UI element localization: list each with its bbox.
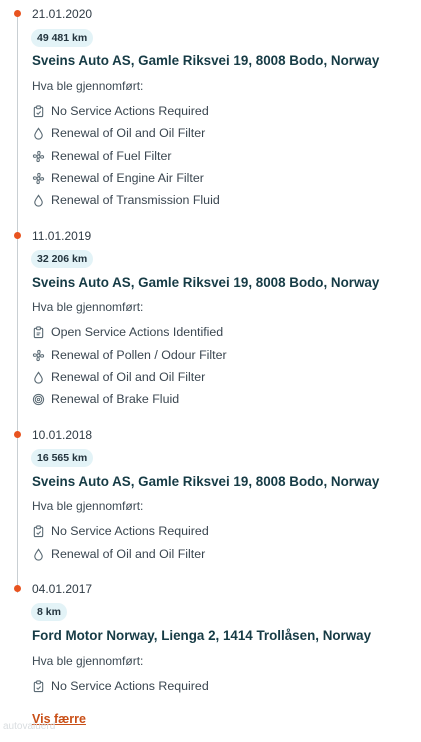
clipboard-icon	[32, 104, 45, 118]
mileage-badge: 8 km	[31, 603, 67, 621]
service-action: No Service Actions Required	[32, 103, 209, 119]
clipboard-icon	[32, 679, 45, 693]
service-date: 21.01.2020	[32, 7, 93, 21]
service-action: Renewal of Engine Air Filter	[32, 170, 204, 186]
oil-drop-icon	[32, 547, 45, 561]
service-action: Renewal of Oil and Oil Filter	[32, 546, 205, 562]
timeline-dot	[14, 232, 21, 239]
workshop-address: Sveins Auto AS, Gamle Riksvei 19, 8008 B…	[32, 474, 380, 489]
mileage-badge: 16 565 km	[31, 449, 94, 467]
mileage-badge: 49 481 km	[31, 29, 94, 47]
performed-label: Hva ble gjennomført:	[32, 79, 144, 93]
action-label: Renewal of Transmission Fluid	[51, 193, 220, 207]
workshop-address: Sveins Auto AS, Gamle Riksvei 19, 8008 B…	[32, 275, 380, 290]
timeline-dot	[14, 585, 21, 592]
workshop-address: Ford Motor Norway, Lienga 2, 1414 Trollå…	[32, 628, 372, 643]
action-label: No Service Actions Required	[51, 679, 209, 693]
performed-label: Hva ble gjennomført:	[32, 654, 144, 668]
fan-icon	[32, 150, 45, 163]
service-date: 11.01.2019	[32, 229, 92, 243]
service-history: 21.01.2020 49 481 km Sveins Auto AS, Gam…	[0, 0, 421, 742]
service-date: 10.01.2018	[32, 428, 93, 442]
brake-disc-icon	[32, 393, 45, 406]
service-action: Open Service Actions Identified	[32, 324, 223, 340]
action-label: Renewal of Pollen / Odour Filter	[51, 348, 227, 362]
action-label: No Service Actions Required	[51, 524, 209, 538]
workshop-address: Sveins Auto AS, Gamle Riksvei 19, 8008 B…	[32, 53, 380, 68]
service-action: Renewal of Oil and Oil Filter	[32, 125, 205, 141]
clipboard-icon	[32, 325, 45, 339]
action-label: Renewal of Engine Air Filter	[51, 171, 204, 185]
timeline-dot	[14, 10, 21, 17]
action-label: Renewal of Brake Fluid	[51, 392, 180, 406]
clipboard-icon	[32, 524, 45, 538]
timeline-line	[17, 13, 18, 593]
action-label: Renewal of Oil and Oil Filter	[51, 126, 206, 140]
action-label: No Service Actions Required	[51, 104, 209, 118]
oil-drop-icon	[32, 370, 45, 384]
action-label: Renewal of Oil and Oil Filter	[51, 370, 206, 384]
performed-label: Hva ble gjennomført:	[32, 300, 144, 314]
action-label: Renewal of Oil and Oil Filter	[51, 547, 206, 561]
service-action: Renewal of Transmission Fluid	[32, 192, 220, 208]
action-label: Renewal of Fuel Filter	[51, 149, 172, 163]
watermark: autovaluerd	[3, 721, 56, 732]
oil-drop-icon	[32, 193, 45, 207]
fan-icon	[32, 172, 45, 185]
service-action: Renewal of Brake Fluid	[32, 391, 179, 407]
mileage-badge: 32 206 km	[31, 250, 94, 268]
oil-drop-icon	[32, 126, 45, 140]
service-action: No Service Actions Required	[32, 523, 209, 539]
action-label: Open Service Actions Identified	[51, 325, 224, 339]
service-action: Renewal of Fuel Filter	[32, 148, 172, 164]
fan-icon	[32, 349, 45, 362]
service-action: No Service Actions Required	[32, 678, 209, 694]
performed-label: Hva ble gjennomført:	[32, 499, 144, 513]
timeline-dot	[14, 431, 21, 438]
service-date: 04.01.2017	[32, 582, 93, 596]
service-action: Renewal of Oil and Oil Filter	[32, 369, 205, 385]
service-action: Renewal of Pollen / Odour Filter	[32, 347, 227, 363]
